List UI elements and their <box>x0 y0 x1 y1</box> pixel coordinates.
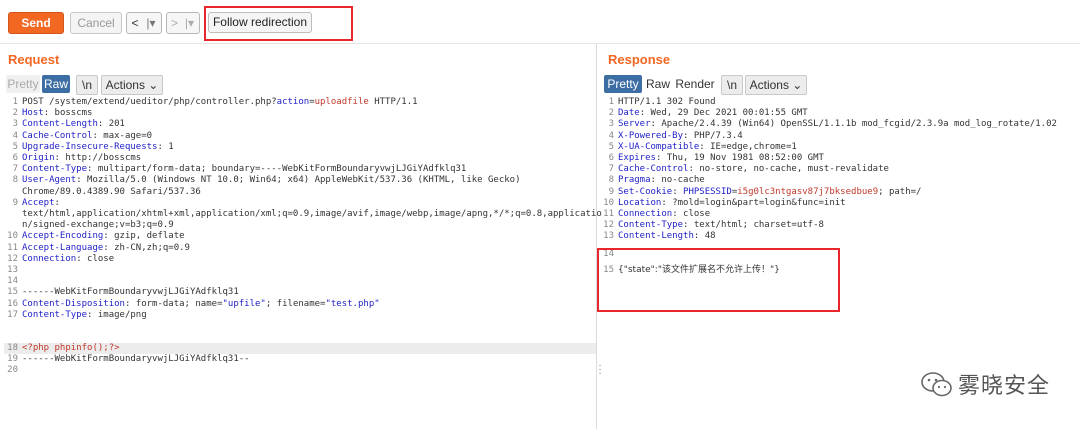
response-header-server: Server: Apache/2.4.39 (Win64) OpenSSL/1.… <box>618 119 1057 130</box>
line-number: 8 <box>608 175 614 186</box>
forward-arrow-icon[interactable]: > <box>167 13 182 33</box>
request-title: Request <box>8 52 60 67</box>
line-number: 1 <box>608 97 614 107</box>
line-number: 18 <box>7 343 18 353</box>
request-boundary: ------WebKitFormBoundaryvwjLJGiYAdfklq31 <box>22 287 239 298</box>
request-header-user-agent: User-Agent: Mozilla/5.0 (Windows NT 10.0… <box>22 175 521 186</box>
response-header-connection: Connection: close <box>618 209 711 219</box>
line-number: 6 <box>12 153 18 163</box>
response-header-location: Location: ?mold=login&part=login&func=in… <box>618 197 846 208</box>
annotation-box-response-body <box>597 248 840 312</box>
line-number: 7 <box>608 164 614 175</box>
line-number: 13 <box>7 265 18 275</box>
line-number: 3 <box>608 119 614 130</box>
line-number: 9 <box>608 186 614 197</box>
request-editor[interactable]: 1 2 3 4 5 6 7 8 9 10 11 12 13 14 15 16 1… <box>4 97 602 397</box>
response-actions-dropdown[interactable]: Actions ⌄ <box>745 75 807 95</box>
line-number: 4 <box>608 130 614 141</box>
toolbar: Send Cancel < |▾ > |▾ Follow redirection <box>0 0 1080 44</box>
splitter-grip-icon[interactable]: · · · <box>598 361 602 379</box>
line-number: 15 <box>7 287 18 298</box>
line-number: 11 <box>7 242 18 253</box>
line-number: 11 <box>603 209 614 219</box>
line-number: 19 <box>7 354 18 365</box>
request-header-content-type: Content-Type: multipart/form-data; bound… <box>22 164 467 175</box>
response-newline-toggle[interactable]: \n <box>721 75 743 95</box>
line-number: 7 <box>12 164 18 175</box>
response-tab-raw[interactable]: Raw <box>645 75 671 93</box>
watermark: 雾晓安全 <box>920 366 1070 400</box>
request-part-content-type: Content-Type: image/png <box>22 309 147 320</box>
send-button[interactable]: Send <box>8 12 64 34</box>
request-boundary-end: ------WebKitFormBoundaryvwjLJGiYAdfklq31… <box>22 354 250 365</box>
response-header-cache-control: Cache-Control: no-store, no-cache, must-… <box>618 164 889 175</box>
request-php-payload: <?php phpinfo();?> <box>22 343 120 353</box>
line-number: 2 <box>608 108 614 119</box>
request-tab-pretty[interactable]: Pretty <box>6 75 40 93</box>
back-arrow-icon[interactable]: < <box>127 13 143 33</box>
line-number: 16 <box>7 298 18 309</box>
request-header-host: Host: bosscms <box>22 108 93 119</box>
line-number: 8 <box>12 175 18 186</box>
line-number: 5 <box>12 141 18 152</box>
request-header-connection: Connection: close <box>22 253 115 264</box>
line-number: 4 <box>12 130 18 141</box>
response-status-line: HTTP/1.1 302 Found <box>618 97 716 107</box>
line-number: 3 <box>12 119 18 130</box>
line-number: 17 <box>7 309 18 320</box>
annotation-box-follow-redirection <box>204 6 353 41</box>
cancel-button[interactable]: Cancel <box>70 12 122 34</box>
line-number: 12 <box>603 220 614 231</box>
request-header-user-agent-cont: Chrome/89.0.4389.90 Safari/537.36 <box>22 186 201 197</box>
response-header-pragma: Pragma: no-cache <box>618 175 705 186</box>
line-number: 2 <box>12 108 18 119</box>
toolbar-divider <box>0 43 1080 44</box>
wechat-logo-icon <box>921 372 952 397</box>
response-header-set-cookie: Set-Cookie: PHPSESSID=i5g0lc3ntgasv87j7b… <box>618 186 922 197</box>
request-header-accept-encoding: Accept-Encoding: gzip, deflate <box>22 231 185 242</box>
forward-history-dropdown-icon[interactable]: |▾ <box>182 13 197 33</box>
line-number: 6 <box>608 153 614 163</box>
request-header-cache-control: Cache-Control: max-age=0 <box>22 130 153 141</box>
line-number: 13 <box>603 231 614 242</box>
request-content-disposition: Content-Disposition: form-data; name="up… <box>22 298 380 309</box>
line-number: 14 <box>7 276 18 287</box>
response-header-content-length: Content-Length: 48 <box>618 231 716 242</box>
request-header-origin: Origin: http://bosscms <box>22 153 142 163</box>
response-header-x-ua-compatible: X-UA-Compatible: IE=edge,chrome=1 <box>618 141 797 152</box>
line-number: 20 <box>7 365 18 376</box>
request-header-accept-cont: text/html,application/xhtml+xml,applicat… <box>22 209 602 219</box>
request-header-accept-cont2: n/signed-exchange;v=b3;q=0.9 <box>22 220 174 231</box>
response-header-x-powered-by: X-Powered-By: PHP/7.3.4 <box>618 130 743 141</box>
response-header-expires: Expires: Thu, 19 Nov 1981 08:52:00 GMT <box>618 153 824 163</box>
request-header-accept-language: Accept-Language: zh-CN,zh;q=0.9 <box>22 242 190 253</box>
request-tab-raw[interactable]: Raw <box>42 75 70 93</box>
history-back-group: < |▾ <box>126 12 162 34</box>
line-number: 12 <box>7 253 18 264</box>
request-header-upgrade: Upgrade-Insecure-Requests: 1 <box>22 141 174 152</box>
line-number: 10 <box>603 197 614 208</box>
response-header-date: Date: Wed, 29 Dec 2021 00:01:55 GMT <box>618 108 808 119</box>
response-title: Response <box>608 52 671 67</box>
line-number: 9 <box>12 197 18 208</box>
response-tab-pretty[interactable]: Pretty <box>604 75 642 93</box>
response-header-content-type: Content-Type: text/html; charset=utf-8 <box>618 220 824 231</box>
request-line: POST /system/extend/ueditor/php/controll… <box>22 97 418 107</box>
line-number: 10 <box>7 231 18 242</box>
history-forward-group: > |▾ <box>166 12 200 34</box>
watermark-text: 雾晓安全 <box>958 374 1051 399</box>
request-newline-toggle[interactable]: \n <box>76 75 98 95</box>
back-history-dropdown-icon[interactable]: |▾ <box>143 13 159 33</box>
request-header-accept: Accept: <box>22 197 60 208</box>
line-number: 5 <box>608 141 614 152</box>
pane-divider[interactable] <box>596 44 597 429</box>
line-number: 1 <box>12 97 18 107</box>
request-actions-dropdown[interactable]: Actions ⌄ <box>101 75 163 95</box>
request-header-content-length: Content-Length: 201 <box>22 119 125 130</box>
response-tab-render[interactable]: Render <box>675 75 715 93</box>
